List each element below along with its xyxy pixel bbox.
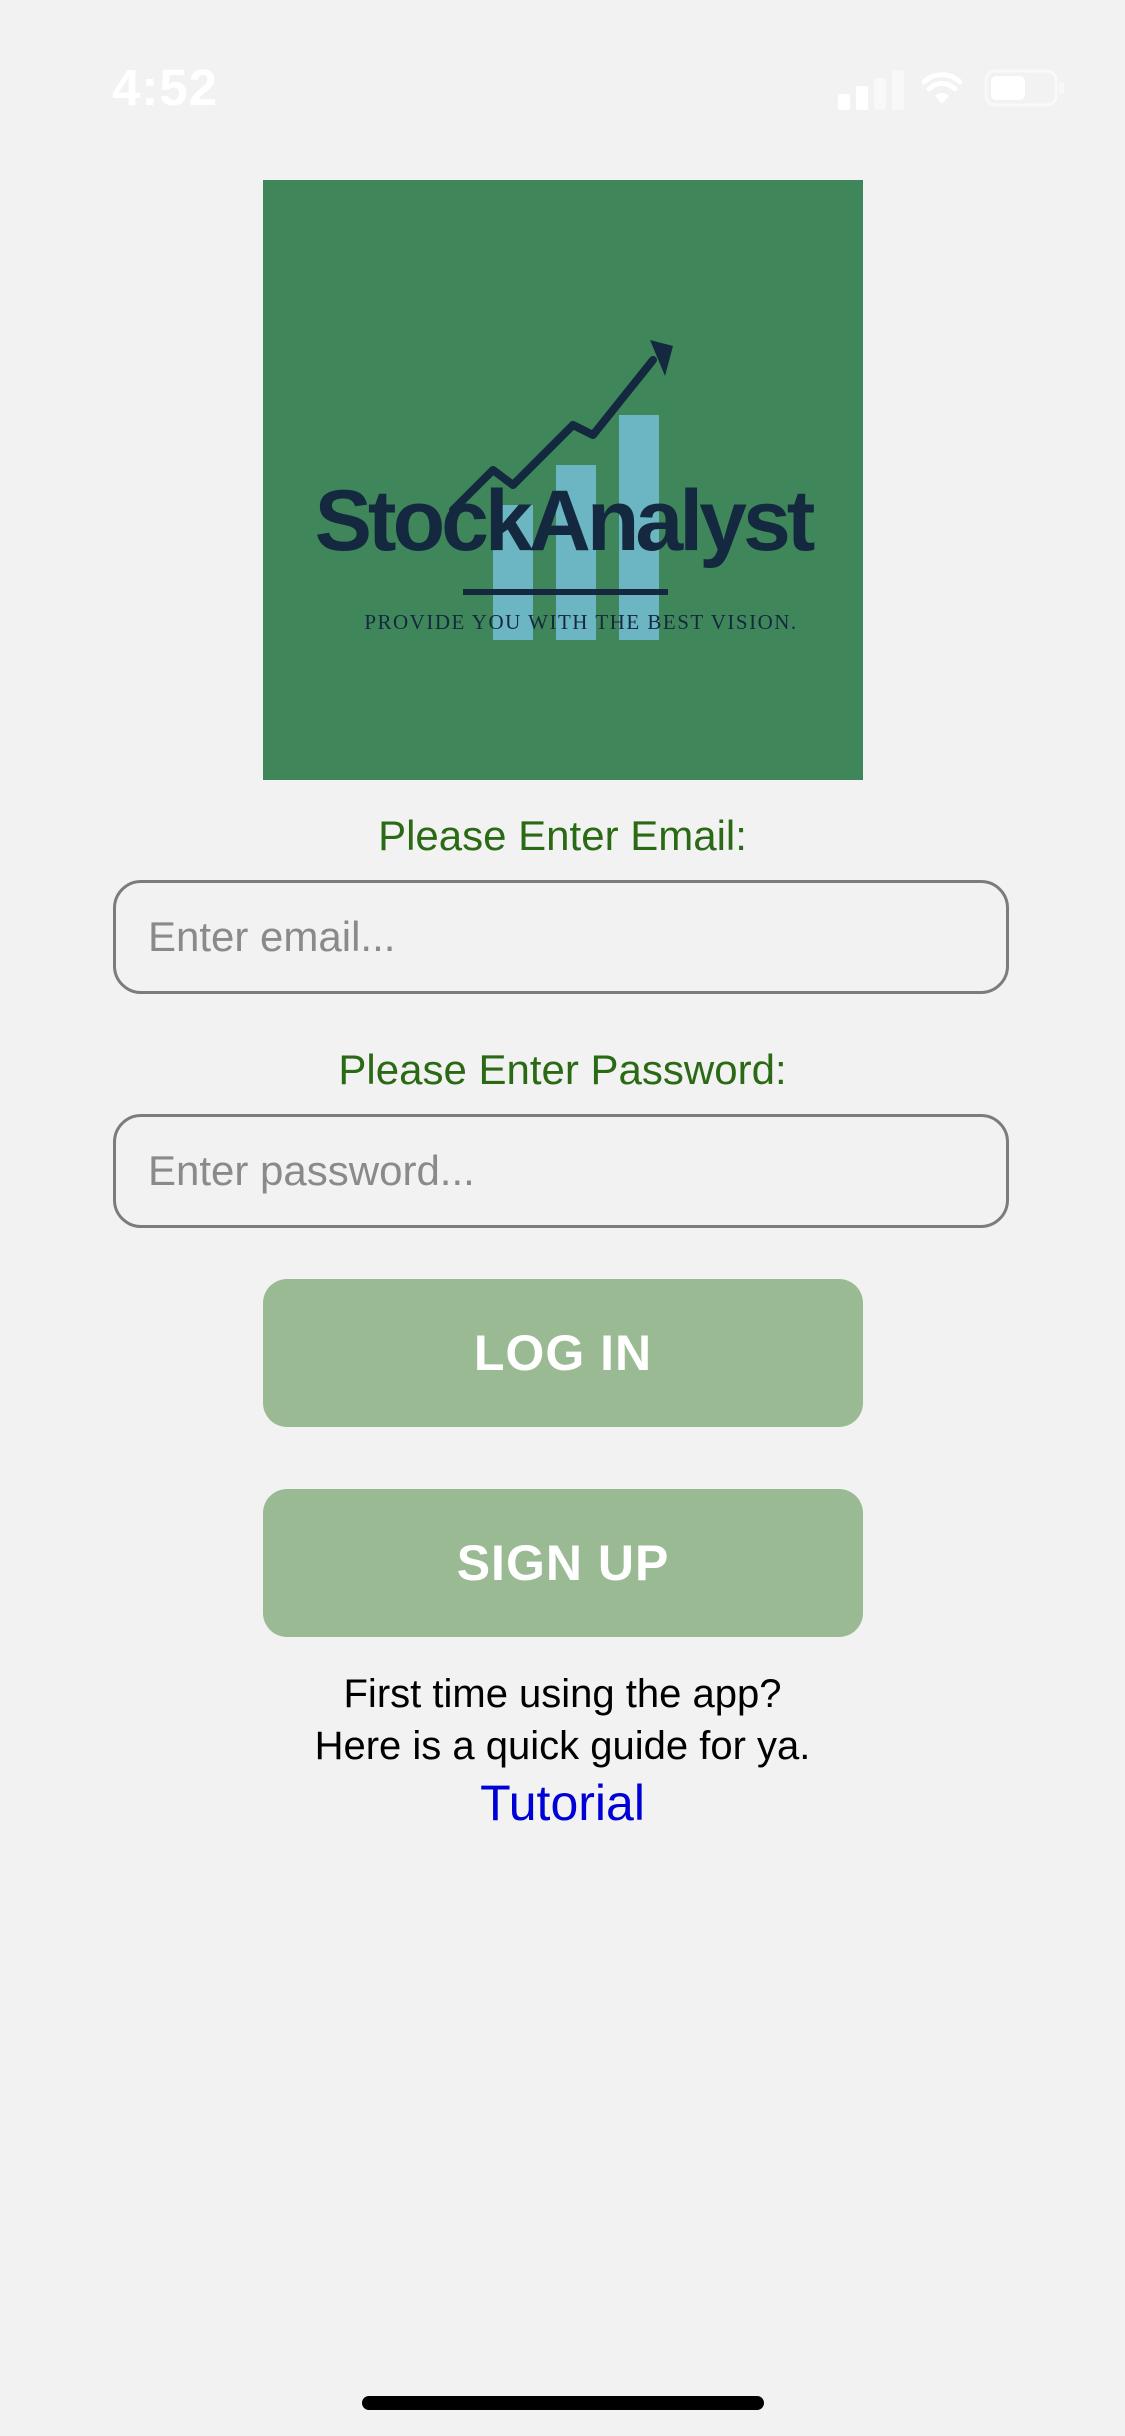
email-input[interactable] bbox=[113, 880, 1009, 994]
logo-tagline: PROVIDE YOU WITH THE BEST VISION. bbox=[364, 610, 797, 634]
guide-hint-text: Here is a quick guide for ya. bbox=[314, 1724, 811, 1768]
password-input[interactable] bbox=[113, 1114, 1009, 1228]
battery-icon bbox=[984, 69, 1064, 107]
cellular-signal-icon bbox=[838, 70, 904, 110]
logo-brand-text: StockAnalyst bbox=[315, 473, 815, 569]
password-label: Please Enter Password: bbox=[338, 1046, 787, 1093]
home-indicator[interactable] bbox=[362, 2396, 764, 2410]
app-logo: StockAnalyst PROVIDE YOU WITH THE BEST V… bbox=[263, 180, 863, 780]
signup-button[interactable]: SIGN UP bbox=[263, 1489, 863, 1637]
status-bar: 4:52 bbox=[0, 0, 1125, 132]
guide-question-text: First time using the app? bbox=[343, 1672, 782, 1716]
tutorial-link-row: Tutorial bbox=[0, 1770, 1125, 1836]
stock-chart-logo-icon: StockAnalyst PROVIDE YOU WITH THE BEST V… bbox=[315, 340, 819, 640]
tutorial-link[interactable]: Tutorial bbox=[480, 1775, 645, 1831]
email-label: Please Enter Email: bbox=[378, 812, 747, 859]
status-time: 4:52 bbox=[112, 59, 219, 116]
wifi-icon bbox=[922, 72, 962, 104]
login-button[interactable]: LOG IN bbox=[263, 1279, 863, 1427]
